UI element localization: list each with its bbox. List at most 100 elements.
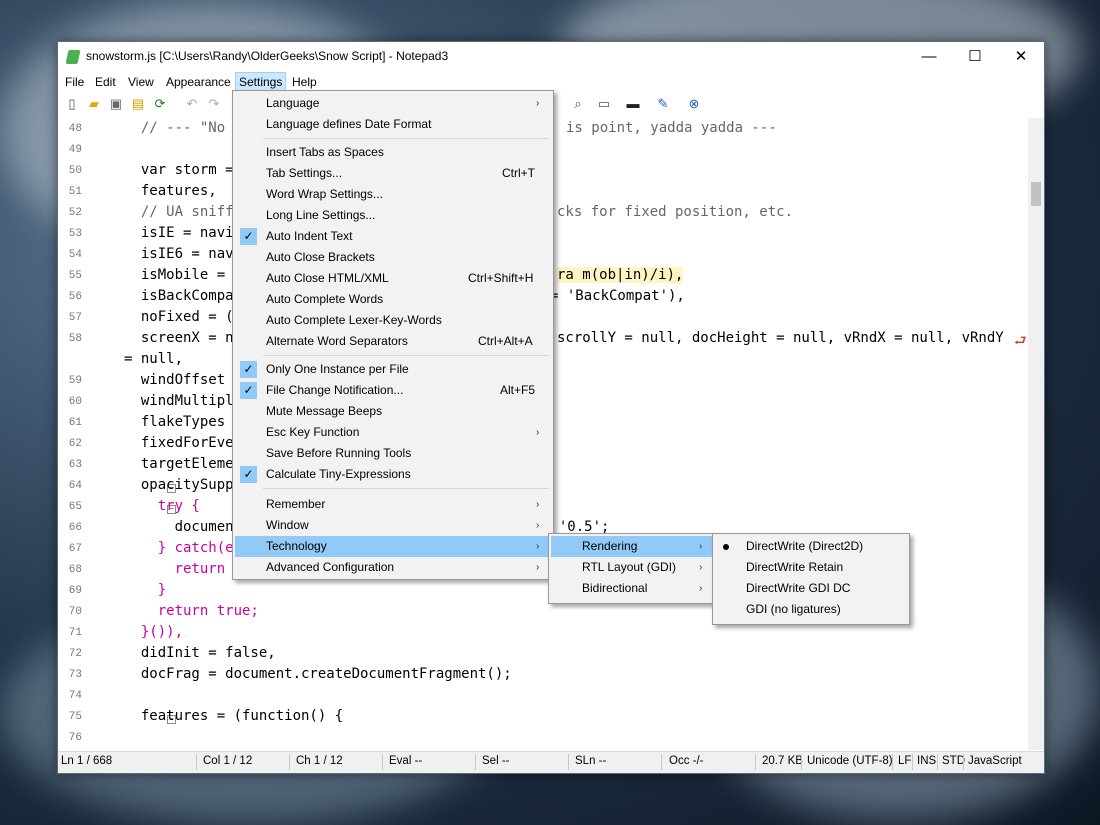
new-file-icon[interactable]: ▯ [64, 96, 80, 112]
menu-settings[interactable]: Settings [235, 72, 287, 92]
status-line[interactable]: Ln 1 / 668 [61, 755, 112, 767]
line-number: 53 [68, 228, 82, 240]
menu-file[interactable]: File [62, 73, 87, 91]
status-separator [568, 754, 569, 770]
menu-item-technology[interactable]: Technology › [235, 536, 551, 557]
maximize-button[interactable]: ☐ [952, 42, 998, 72]
status-selection[interactable]: Sel -- [482, 755, 509, 767]
line-number: 59 [68, 375, 82, 387]
menu-help[interactable]: Help [289, 73, 320, 91]
window-title: snowstorm.js [C:\Users\Randy\OlderGeeks\… [86, 49, 449, 63]
menu-item-label: Alternate Word Separators [266, 334, 408, 348]
menu-item-language[interactable]: Language › [235, 93, 551, 114]
menu-item-label: Insert Tabs as Spaces [266, 145, 384, 159]
code-line: isMobile = [124, 267, 226, 283]
settings-menu: Language › Language defines Date Format … [232, 90, 554, 580]
status-std[interactable]: STD [942, 755, 965, 767]
open-folder-icon[interactable]: ▰ [86, 96, 102, 112]
menu-item-calculate-tiny-expressions[interactable]: ✓ Calculate Tiny-Expressions [235, 464, 551, 485]
status-occurrences[interactable]: Occ -/- [669, 755, 704, 767]
menu-item-save-before-running-tools[interactable]: Save Before Running Tools [235, 443, 551, 464]
code-line: }()), [124, 624, 184, 640]
status-eval[interactable]: Eval -- [389, 755, 422, 767]
menu-edit[interactable]: Edit [92, 73, 119, 91]
status-separator [912, 754, 913, 770]
zoom-icon[interactable]: ⌕ [570, 96, 586, 112]
menu-item-auto-complete-lexer[interactable]: Auto Complete Lexer-Key-Words [235, 310, 551, 331]
menu-item-shortcut: Ctrl+T [502, 166, 535, 180]
menu-item-word-wrap-settings[interactable]: Word Wrap Settings... [235, 184, 551, 205]
status-bar: Ln 1 / 668 Col 1 / 12 Ch 1 / 12 Eval -- … [58, 751, 1044, 773]
menu-item-advanced-configuration[interactable]: Advanced Configuration › [235, 557, 551, 578]
menu-item-label: Remember [266, 497, 326, 511]
submenu-arrow-icon: › [536, 98, 540, 109]
menu-item-remember[interactable]: Remember › [235, 494, 551, 515]
status-lexer[interactable]: JavaScript [968, 755, 1022, 767]
menu-view[interactable]: View [125, 73, 157, 91]
status-insert-mode[interactable]: INS [917, 755, 936, 767]
fold-margin: − − − [112, 118, 176, 748]
menu-item-esc-key-function[interactable]: Esc Key Function › [235, 422, 551, 443]
menu-item-rtl-layout[interactable]: RTL Layout (GDI) › [551, 557, 712, 578]
scrollbar-thumb[interactable] [1031, 182, 1041, 206]
menu-item-bidirectional[interactable]: Bidirectional › [551, 578, 712, 599]
code-line: features = (function() { [124, 708, 344, 724]
menu-item-one-instance-per-file[interactable]: ✓ Only One Instance per File [235, 359, 551, 380]
undo-icon[interactable]: ↶ [184, 96, 200, 112]
menu-item-tab-settings[interactable]: Tab Settings... Ctrl+T [235, 163, 551, 184]
menu-item-directwrite-retain[interactable]: DirectWrite Retain [715, 557, 907, 578]
minimize-button[interactable]: — [906, 42, 952, 72]
status-line-ending[interactable]: LF [898, 755, 911, 767]
status-column[interactable]: Col 1 / 12 [203, 755, 252, 767]
menu-item-gdi-no-ligatures[interactable]: GDI (no ligatures) [715, 599, 907, 620]
code-line: didInit = false, [124, 645, 276, 661]
code-line: flakeTypes [124, 414, 226, 430]
line-number: 56 [68, 291, 82, 303]
menu-item-directwrite-gdi-dc[interactable]: DirectWrite GDI DC [715, 578, 907, 599]
menu-item-mute-message-beeps[interactable]: Mute Message Beeps [235, 401, 551, 422]
vertical-scrollbar[interactable] [1028, 118, 1044, 750]
code-line: } catch(e [124, 540, 234, 556]
close-button[interactable]: ✕ [998, 42, 1044, 72]
status-separator [892, 754, 893, 770]
code-line: return [124, 561, 226, 577]
status-selected-lines[interactable]: SLn -- [575, 755, 606, 767]
submenu-arrow-icon: › [699, 583, 703, 594]
menu-item-rendering[interactable]: Rendering › [551, 536, 712, 557]
menu-item-alternate-word-separators[interactable]: Alternate Word Separators Ctrl+Alt+A [235, 331, 551, 352]
code-line: noFixed = ( [124, 309, 234, 325]
save-icon[interactable]: ▣ [108, 96, 124, 112]
save-as-icon[interactable]: ▤ [130, 96, 146, 112]
terminal-icon[interactable]: ▬ [625, 96, 641, 112]
pin-icon[interactable]: ✎ [655, 96, 671, 112]
code-line: windOffset [124, 372, 226, 388]
menu-item-auto-close-html[interactable]: Auto Close HTML/XML Ctrl+Shift+H [235, 268, 551, 289]
menu-item-label: Auto Close HTML/XML [266, 271, 389, 285]
close-circle-icon[interactable]: ⊗ [686, 96, 702, 112]
menu-item-insert-tabs-as-spaces[interactable]: Insert Tabs as Spaces [235, 142, 551, 163]
menu-item-window[interactable]: Window › [235, 515, 551, 536]
menu-item-auto-complete-words[interactable]: Auto Complete Words [235, 289, 551, 310]
menu-item-label: Language defines Date Format [266, 117, 432, 131]
menu-item-auto-close-brackets[interactable]: Auto Close Brackets [235, 247, 551, 268]
menu-item-label: Auto Indent Text [266, 229, 353, 243]
menu-item-directwrite-direct2d[interactable]: DirectWrite (Direct2D) [715, 536, 907, 557]
line-number: 73 [68, 669, 82, 681]
menu-appearance[interactable]: Appearance [163, 73, 234, 91]
menu-item-label: Advanced Configuration [266, 560, 395, 574]
status-separator [661, 754, 662, 770]
menu-item-file-change-notification[interactable]: ✓ File Change Notification... Alt+F5 [235, 380, 551, 401]
menu-item-language-date-format[interactable]: Language defines Date Format [235, 114, 551, 135]
status-char[interactable]: Ch 1 / 12 [296, 755, 343, 767]
redo-icon[interactable]: ↷ [206, 96, 222, 112]
status-file-size[interactable]: 20.7 KB [762, 755, 803, 767]
status-separator [196, 754, 197, 770]
menu-item-label: DirectWrite (Direct2D) [746, 539, 864, 553]
status-encoding[interactable]: Unicode (UTF-8) [807, 755, 893, 767]
menu-item-long-line-settings[interactable]: Long Line Settings... [235, 205, 551, 226]
menu-separator [263, 355, 549, 356]
view-icon[interactable]: ▭ [596, 96, 612, 112]
code-line: fixedForEve [124, 435, 234, 451]
menu-item-auto-indent-text[interactable]: ✓ Auto Indent Text [235, 226, 551, 247]
revert-icon[interactable]: ⟳ [152, 96, 168, 112]
